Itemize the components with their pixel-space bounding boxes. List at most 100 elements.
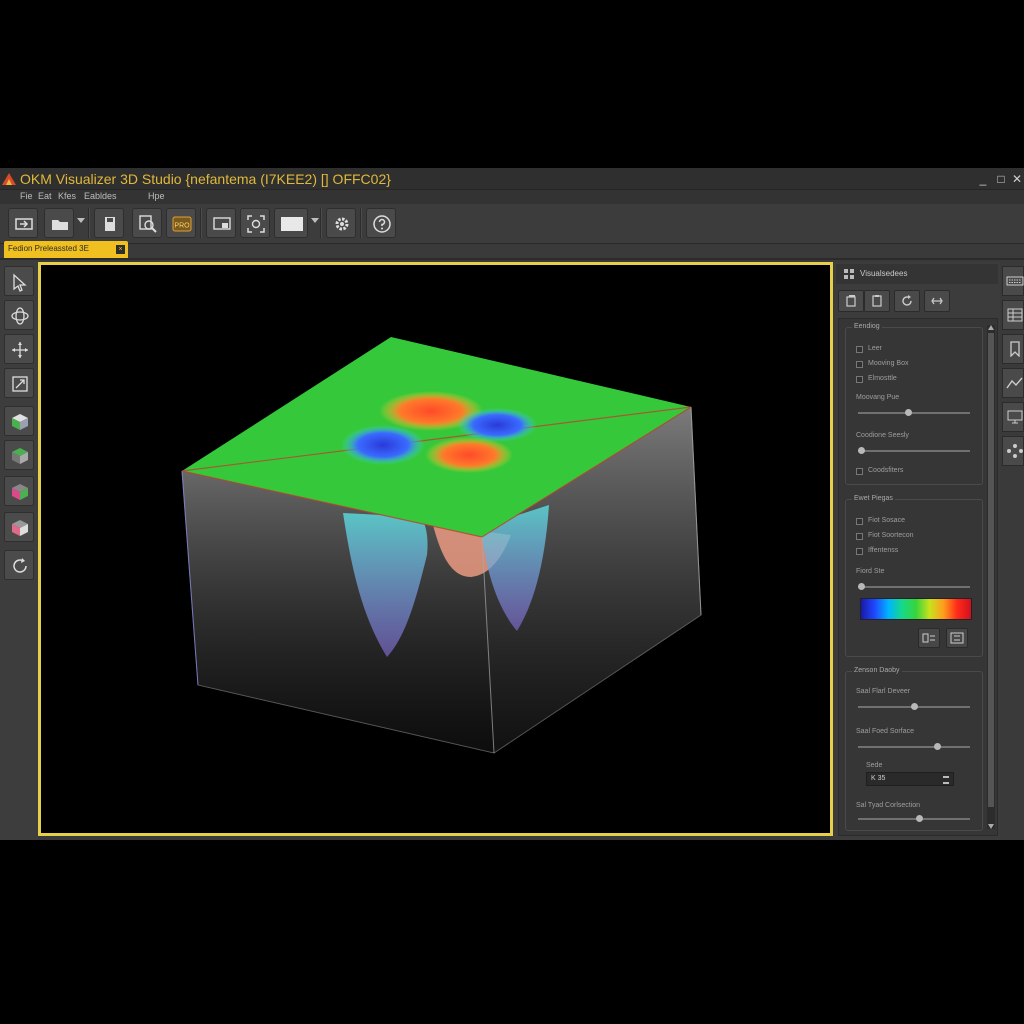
display-mode-dropdown-icon[interactable]	[311, 218, 319, 223]
help-button[interactable]	[366, 208, 396, 238]
tab-close-icon[interactable]: ×	[116, 245, 125, 254]
close-button[interactable]: ✕	[1008, 171, 1024, 187]
slider-label: Coodione Seesly	[856, 432, 909, 439]
settings-group-rendering: Eendiog Leer Mooving Box Elmosttle Moova…	[845, 323, 983, 485]
3d-view-label: PRO	[174, 223, 190, 230]
slider[interactable]	[858, 409, 970, 416]
dock-table-button[interactable]	[1002, 300, 1024, 330]
dock-monitor-button[interactable]	[1002, 402, 1024, 432]
panel-scrollbar[interactable]	[987, 325, 995, 829]
menu-help[interactable]: Hpe	[148, 191, 165, 201]
side-view-icon	[12, 484, 28, 500]
link-icon	[931, 297, 943, 305]
slider-knob[interactable]	[933, 743, 941, 750]
panel-header: Visualsedees	[836, 264, 998, 284]
scroll-down-icon[interactable]	[988, 824, 994, 829]
minimize-button[interactable]: _	[974, 171, 992, 187]
screen-capture-button[interactable]	[206, 208, 236, 238]
field-label: Sede	[866, 762, 883, 769]
dock-bookmark-button[interactable]	[1002, 334, 1024, 364]
slider-label: Moovang Pue	[856, 394, 900, 401]
open-dropdown-icon[interactable]	[77, 218, 85, 223]
cube-view-icon	[12, 414, 28, 430]
slider-knob[interactable]	[905, 409, 913, 416]
slider[interactable]	[858, 703, 970, 710]
navigate-icon	[1007, 444, 1023, 458]
import-button[interactable]	[8, 208, 38, 238]
3d-view-icon: PRO	[172, 216, 192, 232]
slider-knob[interactable]	[858, 447, 865, 454]
slider-knob[interactable]	[858, 583, 865, 590]
menu-bar: Fie Eat Kfes Eabldes Hpe	[0, 190, 1024, 204]
menu-edit[interactable]: Eat	[38, 191, 52, 201]
dock-navigate-button[interactable]	[1002, 436, 1024, 466]
cube-view-button[interactable]	[4, 406, 34, 436]
checkbox[interactable]	[856, 518, 863, 525]
reset-view-icon	[13, 558, 27, 573]
scroll-up-icon[interactable]	[988, 325, 994, 330]
panel-layer-button[interactable]	[838, 290, 864, 312]
title-bar: OKM Visualizer 3D Studio {nefantema (I7K…	[0, 168, 1024, 190]
colormap-options-button[interactable]	[918, 628, 940, 648]
checkbox[interactable]	[856, 548, 863, 555]
volume-render[interactable]	[41, 265, 830, 833]
panel-link-button[interactable]	[924, 290, 950, 312]
slider-knob[interactable]	[910, 703, 918, 710]
tab-document-label: Fedion Preleassted 3E	[8, 244, 89, 253]
side-view-button[interactable]	[4, 476, 34, 506]
display-mode-icon	[281, 217, 303, 231]
visualization-panel: Visualsedees Eendiog Leer Mooving Box El…	[834, 262, 1000, 840]
menu-view[interactable]: Kfes	[58, 191, 76, 201]
dock-graph-button[interactable]	[1002, 368, 1024, 398]
orbit-tool-icon	[11, 307, 29, 325]
panel-settings-area[interactable]: Eendiog Leer Mooving Box Elmosttle Moova…	[838, 318, 998, 836]
checkbox[interactable]	[856, 468, 863, 475]
menu-window[interactable]: Eabldes	[84, 191, 117, 201]
zoom-region-button[interactable]	[4, 368, 34, 398]
slider[interactable]	[858, 447, 970, 454]
panel-refresh-button[interactable]	[894, 290, 920, 312]
slider[interactable]	[858, 583, 970, 590]
slider[interactable]	[858, 815, 970, 822]
scrollbar-thumb[interactable]	[988, 333, 994, 807]
orbit-tool-button[interactable]	[4, 300, 34, 330]
main-toolbar: PRO	[0, 204, 1024, 244]
checkbox[interactable]	[856, 533, 863, 540]
checkbox[interactable]	[856, 376, 863, 383]
save-button[interactable]	[94, 208, 124, 238]
slider-knob[interactable]	[915, 815, 923, 822]
checkbox[interactable]	[856, 346, 863, 353]
open-folder-button[interactable]	[44, 208, 74, 238]
3d-viewport[interactable]	[38, 262, 833, 836]
slider[interactable]	[858, 743, 970, 750]
focus-icon	[247, 215, 265, 233]
3d-view-button[interactable]: PRO	[166, 208, 196, 238]
tab-document[interactable]: Fedion Preleassted 3E ×	[4, 241, 128, 258]
checkbox-label: Mooving Box	[868, 360, 909, 367]
value-field[interactable]: K 35	[866, 772, 954, 786]
slider-label: Saal Foed Sorface	[856, 728, 914, 735]
monitor-icon	[1007, 410, 1023, 424]
reset-view-button[interactable]	[4, 550, 34, 580]
toolbar-separator	[88, 208, 90, 238]
select-tool-button[interactable]	[4, 266, 34, 296]
focus-button[interactable]	[240, 208, 270, 238]
group-title: Eendiog	[852, 323, 882, 330]
settings-button[interactable]	[326, 208, 356, 238]
front-view-button[interactable]	[4, 512, 34, 542]
menu-file[interactable]: Fie	[20, 191, 33, 201]
panel-copy-button[interactable]	[864, 290, 890, 312]
top-view-button[interactable]	[4, 440, 34, 470]
colormap-bar[interactable]	[860, 598, 972, 620]
group-title: Zenson Daoby	[852, 667, 902, 674]
front-view-icon	[12, 520, 28, 536]
screen-capture-icon	[213, 217, 231, 230]
value-stepper-icon[interactable]	[943, 776, 949, 784]
colormap-settings-button[interactable]	[946, 628, 968, 648]
inspect-button[interactable]	[132, 208, 162, 238]
display-mode-button[interactable]	[274, 208, 308, 238]
move-tool-button[interactable]	[4, 334, 34, 364]
dock-keyboard-button[interactable]	[1002, 266, 1024, 296]
colormap-settings-icon	[950, 632, 964, 644]
checkbox[interactable]	[856, 361, 863, 368]
